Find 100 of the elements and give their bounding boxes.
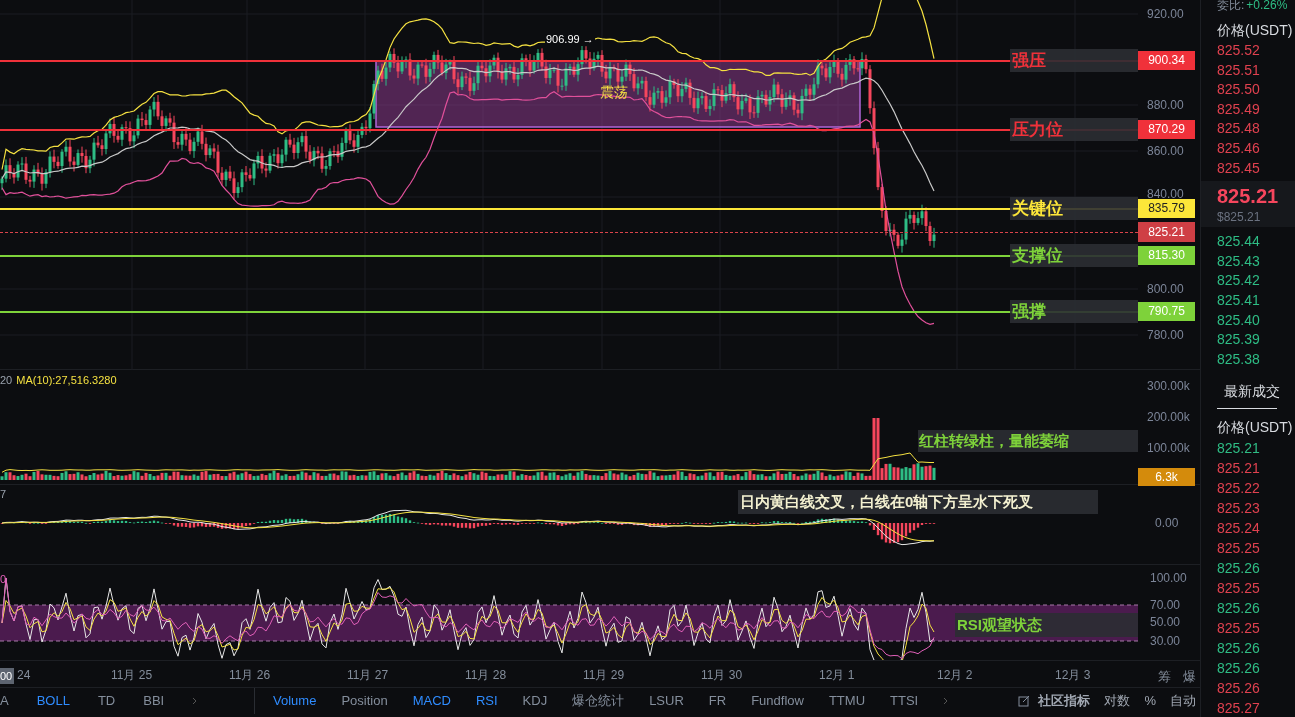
macd-legend: 7 <box>0 486 7 503</box>
rsi-legend: 0 <box>0 571 7 588</box>
indicator-tab[interactable]: Volume <box>273 691 317 711</box>
indicator-tab[interactable]: Fundflow <box>751 691 804 711</box>
trade-price: 825.26 <box>1217 659 1261 679</box>
trade-price: 825.23 <box>1217 499 1261 519</box>
axis-toggle-button[interactable]: 爆 <box>1183 667 1196 687</box>
indicator-tab[interactable]: BOLL <box>36 691 70 711</box>
date-axis-label: 11月 27 <box>347 669 389 681</box>
trade-price: 825.21 <box>1217 439 1261 459</box>
last-price-usd: $825.21 <box>1217 209 1262 226</box>
volume-note: 红柱转绿柱，量能萎缩 <box>918 430 1138 452</box>
bid-price: 825.42 <box>1217 271 1261 291</box>
level-price-tag: 790.75 <box>1138 302 1195 321</box>
ask-price: 825.45 <box>1217 158 1261 178</box>
chart-option-button[interactable]: % <box>1144 691 1156 711</box>
level-label: 压力位 <box>1010 118 1138 141</box>
chart-option-button[interactable]: 对数 <box>1104 691 1131 711</box>
level-price-tag: 835.79 <box>1138 199 1195 218</box>
crosshair-time-label: 00 <box>0 668 14 684</box>
date-axis-label: 12月 2 <box>937 669 973 681</box>
edit-icon[interactable] <box>1018 695 1031 707</box>
trade-price: 825.26 <box>1217 559 1261 579</box>
indicator-tab[interactable]: RSI <box>475 691 498 711</box>
indicator-tab[interactable]: 爆仓统计 <box>572 691 625 711</box>
price-axis-label: 780.00 <box>1147 329 1184 341</box>
volume-axis-label: 200.00k <box>1147 411 1190 423</box>
trade-price: 825.26 <box>1217 679 1261 699</box>
indicator-tab[interactable]: Position <box>341 691 388 711</box>
bid-price: 825.43 <box>1217 251 1261 271</box>
axis-toggle-button[interactable]: 筹 <box>1158 667 1171 687</box>
volume-legend: 20 <box>0 372 13 389</box>
trade-price: 825.27 <box>1217 699 1261 717</box>
level-price-tag: 870.29 <box>1138 120 1195 139</box>
column-header: 价格(USDT) <box>1217 21 1294 40</box>
price-axis-label: 880.00 <box>1147 99 1184 111</box>
last-price: 825.21 <box>1217 184 1280 210</box>
date-axis-label: 11月 26 <box>229 669 271 681</box>
chart-option-button[interactable]: 自动 <box>1170 691 1196 711</box>
date-axis-label: 11月 29 <box>583 669 625 681</box>
rsi-axis-label: 30.00 <box>1150 635 1181 647</box>
price-axis-label: 920.00 <box>1147 8 1184 20</box>
volume-axis-label: 300.00k <box>1147 380 1190 392</box>
peak-price-label: 906.99 → <box>545 33 595 46</box>
bid-price: 825.41 <box>1217 290 1261 310</box>
indicator-tab[interactable]: LSUR <box>649 691 684 711</box>
ask-price: 825.49 <box>1217 99 1261 119</box>
date-axis-label: 24 <box>17 669 31 681</box>
trade-price: 825.25 <box>1217 579 1261 599</box>
indicator-tab[interactable]: TTMU <box>828 691 866 711</box>
trade-price: 825.21 <box>1217 459 1261 479</box>
trade-price: 825.25 <box>1217 619 1261 639</box>
rsi-axis-label: 70.00 <box>1150 599 1181 611</box>
level-price-tag: 815.30 <box>1138 246 1195 265</box>
price-axis-label: 800.00 <box>1147 283 1184 295</box>
ask-price: 825.50 <box>1217 80 1261 100</box>
indicator-tab[interactable]: FR <box>708 691 727 711</box>
order-ratio-value: +0.26% <box>1246 0 1288 10</box>
ask-price: 825.46 <box>1217 138 1261 158</box>
macd-axis-label: 0.00 <box>1155 517 1179 529</box>
date-axis-label: 11月 25 <box>111 669 153 681</box>
level-price-tag: 900.34 <box>1138 51 1195 70</box>
bid-price: 825.40 <box>1217 310 1261 330</box>
date-axis-label: 11月 28 <box>465 669 507 681</box>
trade-price: 825.26 <box>1217 639 1261 659</box>
indicator-tab[interactable]: BBI <box>143 691 165 711</box>
volume-value-tag: 6.3k <box>1138 468 1195 486</box>
date-axis-label: 11月 30 <box>701 669 743 681</box>
community-indicators-button[interactable]: 社区指标 <box>1038 691 1091 711</box>
date-axis-label: 12月 1 <box>819 669 855 681</box>
date-axis-label: 12月 3 <box>1055 669 1091 681</box>
trade-price: 825.25 <box>1217 539 1261 559</box>
level-label: 支撑位 <box>1010 244 1138 267</box>
rsi-axis-label: 50.00 <box>1150 616 1181 628</box>
indicator-tab[interactable]: A <box>0 691 9 711</box>
bid-price: 825.44 <box>1217 232 1261 252</box>
level-label: 关键位 <box>1010 197 1138 220</box>
level-label: 强压 <box>1010 49 1138 72</box>
current-price-tag: 825.21 <box>1138 222 1195 242</box>
chevron-right-icon[interactable] <box>943 697 950 705</box>
trade-price: 825.26 <box>1217 599 1261 619</box>
ask-price: 825.52 <box>1217 41 1261 60</box>
volume-ma-legend: MA(10):27,516.3280 <box>16 372 117 389</box>
level-label: 强撑 <box>1010 300 1138 323</box>
indicator-tab[interactable]: KDJ <box>522 691 548 711</box>
indicator-tab[interactable]: MACD <box>412 691 451 711</box>
price-axis-label: 860.00 <box>1147 145 1184 157</box>
rsi-note: RSI观望状态 <box>955 613 1138 637</box>
indicator-tab[interactable]: TTSI <box>890 691 919 711</box>
ask-price: 825.51 <box>1217 60 1261 80</box>
price-axis-label: 840.00 <box>1147 188 1184 200</box>
indicator-tab[interactable]: TD <box>97 691 116 711</box>
rsi-axis-label: 100.00 <box>1150 572 1187 584</box>
volume-axis-label: 100.00k <box>1147 442 1190 454</box>
chevron-right-icon[interactable] <box>192 697 199 705</box>
ask-price: 825.48 <box>1217 119 1261 139</box>
column-header: 价格(USDT) <box>1217 418 1294 438</box>
range-label: 震荡 <box>600 83 628 102</box>
macd-note: 日内黄白线交叉，白线在0轴下方呈水下死叉 <box>738 490 1098 514</box>
trades-title[interactable]: 最新成交 <box>1217 381 1277 410</box>
